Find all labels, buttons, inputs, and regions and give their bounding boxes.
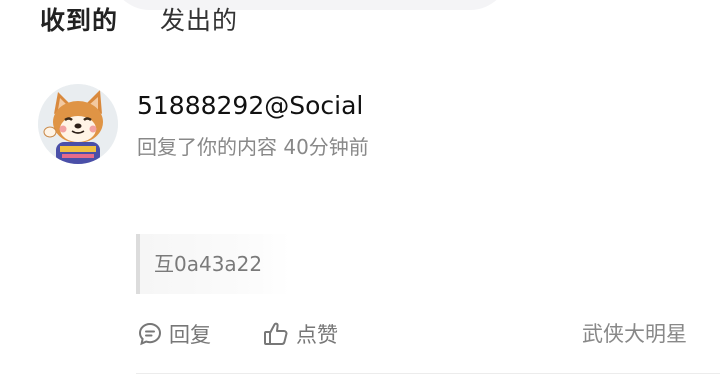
tab-sent-label: 发出的 xyxy=(160,6,239,35)
like-button[interactable]: 点赞 xyxy=(262,316,338,352)
avatar[interactable] xyxy=(38,84,118,164)
tab-received-label: 收到的 xyxy=(40,6,119,35)
shiba-dog-avatar-icon xyxy=(38,84,118,164)
notifications-page: 收到的 发出的 51888292@Social 回复了你的内容 40分钟前 互0… xyxy=(0,0,720,379)
notification-actions: 回复 点赞 武侠大明星 xyxy=(0,316,720,352)
item-divider xyxy=(136,373,720,374)
source-game-link[interactable]: 武侠大明星 xyxy=(582,316,687,352)
notification-user[interactable]: 51888292@Social xyxy=(137,88,363,124)
quoted-content[interactable]: 互0a43a22 xyxy=(136,234,290,294)
quoted-content-text: 互0a43a22 xyxy=(154,252,263,276)
thumbs-up-icon xyxy=(264,322,288,345)
reply-label: 回复 xyxy=(169,323,211,347)
reply-button[interactable]: 回复 xyxy=(137,316,211,352)
comment-icon xyxy=(138,322,162,346)
tab-sent[interactable]: 发出的 xyxy=(160,4,238,38)
notification-meta: 回复了你的内容 40分钟前 xyxy=(137,135,369,159)
notification-tabs: 收到的 发出的 xyxy=(0,0,720,40)
like-label: 点赞 xyxy=(296,323,338,347)
tab-received[interactable]: 收到的 xyxy=(40,4,119,40)
